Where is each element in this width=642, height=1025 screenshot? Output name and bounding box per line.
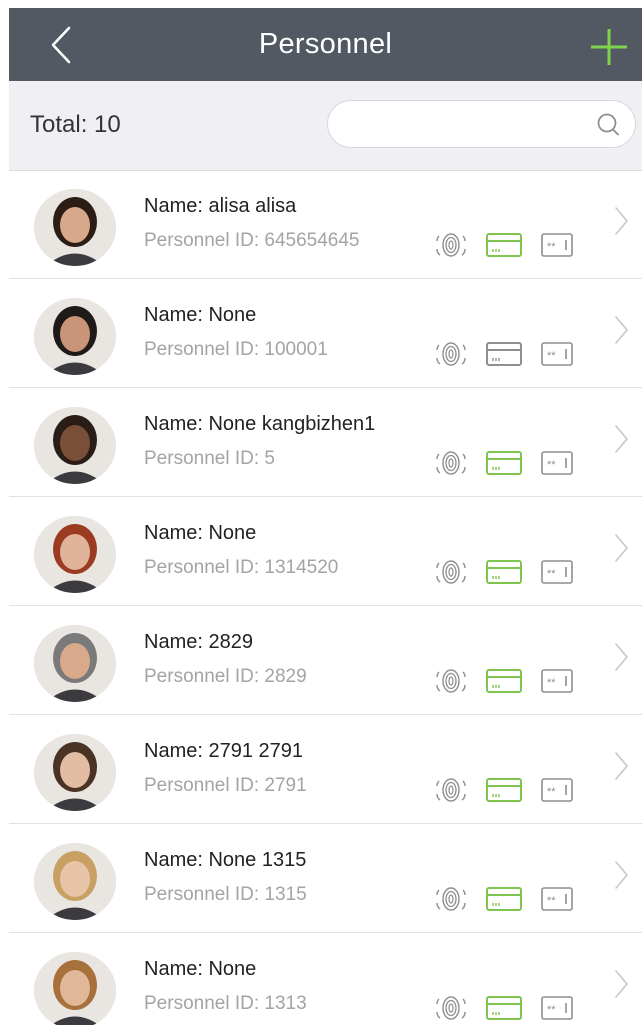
card-icon bbox=[486, 669, 522, 693]
chevron-right-icon[interactable] bbox=[611, 639, 631, 675]
person-name: Name: None kangbizhen1 bbox=[144, 413, 376, 435]
list-item[interactable]: Name: None Personnel ID: 1313 ** bbox=[9, 934, 642, 1025]
list-item[interactable]: Name: 2829 Personnel ID: 2829 ** bbox=[9, 607, 642, 715]
svg-text:**: ** bbox=[547, 350, 556, 362]
avatar bbox=[34, 952, 116, 1025]
svg-text:**: ** bbox=[547, 786, 556, 798]
svg-text:**: ** bbox=[547, 1004, 556, 1016]
personnel-screen: Personnel Total: 10 Name: alisa alisa Per… bbox=[9, 8, 642, 1025]
password-icon: ** bbox=[541, 342, 573, 366]
person-name: Name: 2829 bbox=[144, 631, 253, 653]
fingerprint-icon bbox=[436, 887, 466, 911]
personnel-id: Personnel ID: 1314520 bbox=[144, 557, 339, 578]
password-icon: ** bbox=[541, 560, 573, 584]
password-icon: ** bbox=[541, 451, 573, 475]
fingerprint-icon bbox=[436, 560, 466, 584]
card-icon bbox=[486, 996, 522, 1020]
personnel-id: Personnel ID: 1313 bbox=[144, 993, 307, 1014]
total-count: Total: 10 bbox=[30, 111, 121, 138]
chevron-right-icon[interactable] bbox=[611, 748, 631, 784]
chevron-right-icon[interactable] bbox=[611, 421, 631, 457]
avatar bbox=[34, 625, 116, 702]
card-icon bbox=[486, 778, 522, 802]
chevron-right-icon[interactable] bbox=[611, 203, 631, 239]
top-navigation-bar: Personnel bbox=[9, 8, 642, 81]
fingerprint-icon bbox=[436, 996, 466, 1020]
list-item[interactable]: Name: None Personnel ID: 100001 ** bbox=[9, 280, 642, 388]
person-name: Name: None bbox=[144, 958, 257, 980]
personnel-id: Personnel ID: 100001 bbox=[144, 339, 328, 360]
card-icon bbox=[486, 887, 522, 911]
password-icon: ** bbox=[541, 887, 573, 911]
person-name: Name: 2791 2791 bbox=[144, 740, 304, 762]
avatar bbox=[34, 407, 116, 484]
fingerprint-icon bbox=[436, 778, 466, 802]
personnel-id: Personnel ID: 645654645 bbox=[144, 230, 360, 251]
chevron-right-icon[interactable] bbox=[611, 857, 631, 893]
svg-text:**: ** bbox=[547, 241, 556, 253]
list-item[interactable]: Name: 2791 2791 Personnel ID: 2791 ** bbox=[9, 716, 642, 824]
personnel-id: Personnel ID: 5 bbox=[144, 448, 275, 469]
chevron-left-icon[interactable] bbox=[45, 25, 77, 65]
person-name: Name: alisa alisa bbox=[144, 195, 297, 217]
avatar bbox=[34, 843, 116, 920]
personnel-id: Personnel ID: 2829 bbox=[144, 666, 307, 687]
avatar bbox=[34, 516, 116, 593]
password-icon: ** bbox=[541, 669, 573, 693]
fingerprint-icon bbox=[436, 233, 466, 257]
search-input[interactable] bbox=[327, 100, 636, 148]
list-item[interactable]: Name: alisa alisa Personnel ID: 645654645… bbox=[9, 171, 642, 279]
chevron-right-icon[interactable] bbox=[611, 966, 631, 1002]
card-icon bbox=[486, 342, 522, 366]
svg-text:**: ** bbox=[547, 459, 556, 471]
chevron-right-icon[interactable] bbox=[611, 312, 631, 348]
list-item[interactable]: Name: None kangbizhen1 Personnel ID: 5 ** bbox=[9, 389, 642, 497]
avatar bbox=[34, 298, 116, 375]
chevron-right-icon[interactable] bbox=[611, 530, 631, 566]
personnel-id: Personnel ID: 1315 bbox=[144, 884, 307, 905]
avatar bbox=[34, 734, 116, 811]
password-icon: ** bbox=[541, 233, 573, 257]
svg-text:**: ** bbox=[547, 568, 556, 580]
fingerprint-icon bbox=[436, 451, 466, 475]
list-item[interactable]: Name: None 1315 Personnel ID: 1315 ** bbox=[9, 825, 642, 933]
personnel-id: Personnel ID: 2791 bbox=[144, 775, 307, 796]
list-item[interactable]: Name: None Personnel ID: 1314520 ** bbox=[9, 498, 642, 606]
person-name: Name: None bbox=[144, 304, 257, 326]
password-icon: ** bbox=[541, 996, 573, 1020]
svg-text:**: ** bbox=[547, 677, 556, 689]
fingerprint-icon bbox=[436, 342, 466, 366]
person-name: Name: None bbox=[144, 522, 257, 544]
fingerprint-icon bbox=[436, 669, 466, 693]
plus-icon[interactable] bbox=[588, 26, 630, 68]
page-title: Personnel bbox=[258, 28, 393, 60]
filter-bar: Total: 10 bbox=[9, 81, 642, 171]
card-icon bbox=[486, 233, 522, 257]
avatar bbox=[34, 189, 116, 266]
card-icon bbox=[486, 560, 522, 584]
password-icon: ** bbox=[541, 778, 573, 802]
person-name: Name: None 1315 bbox=[144, 849, 307, 871]
search-icon[interactable] bbox=[595, 112, 621, 138]
card-icon bbox=[486, 451, 522, 475]
svg-text:**: ** bbox=[547, 895, 556, 907]
